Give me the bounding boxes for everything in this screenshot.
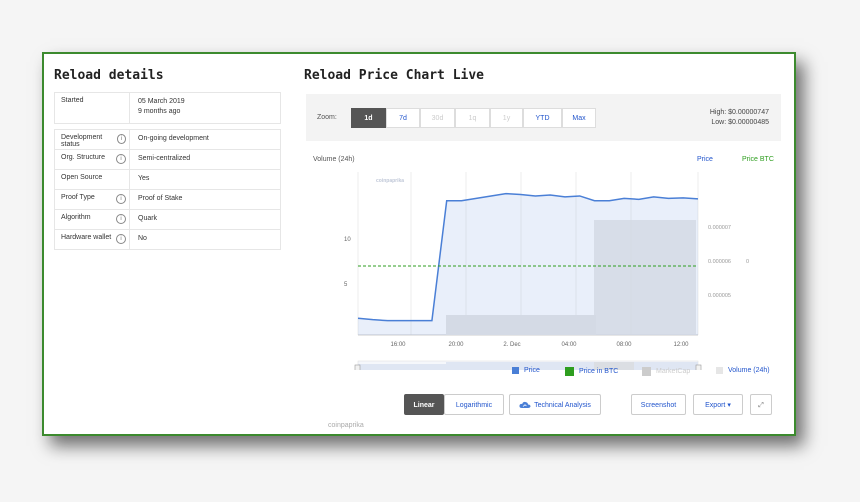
coin-details-card: Reload details Reload Price Chart Live S… [42, 52, 796, 436]
y-right-tick-label: 0.000005 [708, 293, 731, 299]
info-icon[interactable]: i [116, 214, 126, 224]
detail-row: Hardware wallet i No [55, 230, 280, 250]
watermark: coinpaprika [376, 178, 404, 184]
detail-label: Proof Type i [55, 190, 129, 209]
technical-analysis-button[interactable]: Technical Analysis [509, 394, 601, 415]
zoom-30d-button[interactable]: 30d [420, 108, 455, 128]
chart-panel: Zoom: 1d 7d 30d 1q 1y YTD Max High: $0.0000074… [306, 94, 781, 434]
detail-value: No [129, 230, 280, 249]
price-chart[interactable]: coinpaprika 10 5 0.000007 0.000006 0.000005 0 1… [306, 160, 781, 370]
volume-swatch [716, 367, 723, 374]
low-value: Low: $0.00000485 [711, 119, 769, 126]
details-title: Reload details [54, 68, 164, 83]
caret-down-icon: ▾ [727, 402, 731, 409]
x-tick-label: 16:00 [390, 342, 406, 348]
x-tick-label: 2. Dec [503, 342, 520, 348]
legend-price-btc[interactable]: Price in BTC [565, 367, 618, 376]
expand-icon: ⤢ [758, 402, 764, 409]
detail-row: Proof Type i Proof of Stake [55, 190, 280, 210]
detail-label-text: Development status [61, 134, 103, 148]
details-table: Started 05 March 2019 9 months ago Devel… [54, 92, 281, 250]
screenshot-button[interactable]: Screenshot [631, 394, 686, 415]
detail-label: Algorithm i [55, 210, 129, 229]
info-icon[interactable]: i [116, 234, 126, 244]
price-swatch [512, 367, 519, 374]
legend-volume[interactable]: Volume (24h) [716, 367, 770, 374]
zoom-1d-button[interactable]: 1d [351, 108, 386, 128]
detail-row: Open Source Yes [55, 170, 280, 190]
zoom-ytd-button[interactable]: YTD [523, 108, 562, 128]
marketcap-swatch [642, 367, 651, 376]
x-tick-label: 04:00 [561, 342, 577, 348]
chart-title: Reload Price Chart Live [304, 68, 485, 83]
price-btc-swatch [565, 367, 574, 376]
x-tick-label: 12:00 [673, 342, 689, 348]
detail-label-text: Org. Structure [61, 154, 105, 161]
detail-label-text: Proof Type [61, 194, 95, 201]
y-btc-tick-label: 0 [746, 259, 749, 265]
fullscreen-button[interactable]: ⤢ [750, 394, 772, 415]
legend-price[interactable]: Price [512, 367, 540, 374]
detail-label-text: Algorithm [61, 214, 91, 221]
detail-value: Quark [129, 210, 280, 229]
zoom-label: Zoom: [317, 114, 337, 121]
zoom-max-button[interactable]: Max [562, 108, 596, 128]
detail-value: Semi-centralized [129, 150, 280, 169]
y-right-tick-label: 0.000006 [708, 259, 731, 265]
detail-label: Development status i [55, 130, 129, 149]
info-icon[interactable]: i [116, 154, 126, 164]
started-value: 05 March 2019 9 months ago [129, 93, 280, 123]
chart-toolbar: Zoom: 1d 7d 30d 1q 1y YTD Max High: $0.0000074… [306, 94, 781, 141]
legend-price-btc-label: Price in BTC [579, 368, 619, 375]
detail-label: Open Source [55, 170, 129, 189]
export-button[interactable]: Export ▾ [693, 394, 743, 415]
price-area [358, 193, 698, 335]
zoom-1y-button[interactable]: 1y [490, 108, 523, 128]
x-tick-label: 08:00 [616, 342, 632, 348]
footer-brand: coinpaprika [328, 422, 364, 429]
high-value: High: $0.00000747 [709, 109, 769, 116]
legend-marketcap-label: MarketCap [656, 368, 691, 375]
y-right-tick-label: 0.000007 [708, 225, 731, 231]
y-left-tick-label: 10 [344, 237, 351, 243]
legend-marketcap[interactable]: MarketCap [642, 367, 690, 376]
zoom-7d-button[interactable]: 7d [386, 108, 420, 128]
detail-row: Development status i On-going development [55, 130, 280, 150]
info-icon[interactable]: i [116, 134, 126, 144]
y-left-tick-label: 5 [344, 282, 348, 288]
legend-volume-label: Volume (24h) [728, 367, 770, 374]
info-icon[interactable]: i [116, 194, 126, 204]
navigator-area [358, 364, 446, 370]
detail-row: Algorithm i Quark [55, 210, 280, 230]
started-ago: 9 months ago [138, 108, 181, 115]
started-label: Started [61, 97, 84, 104]
detail-label-text: Open Source [61, 174, 103, 181]
cloud-icon [519, 402, 531, 409]
logarithmic-button[interactable]: Logarithmic [444, 394, 504, 415]
navigator-left-handle [354, 364, 361, 370]
detail-value: On-going development [129, 130, 280, 149]
export-label: Export [705, 402, 726, 409]
zoom-1q-button[interactable]: 1q [455, 108, 490, 128]
linear-button[interactable]: Linear [404, 394, 444, 415]
started-date: 05 March 2019 [138, 98, 185, 105]
technical-analysis-label: Technical Analysis [534, 402, 591, 409]
detail-label: Hardware wallet i [55, 230, 129, 249]
started-row: Started 05 March 2019 9 months ago [54, 92, 281, 124]
high-low: High: $0.00000747 Low: $0.00000485 [710, 108, 769, 128]
navigator-right-handle [695, 364, 702, 370]
detail-row: Org. Structure i Semi-centralized [55, 150, 280, 170]
details-group: Development status i On-going development O… [54, 129, 281, 250]
detail-value: Proof of Stake [129, 190, 280, 209]
detail-value: Yes [129, 170, 280, 189]
x-tick-label: 20:00 [448, 342, 464, 348]
detail-label-text: Hardware wallet [61, 234, 112, 241]
detail-label: Org. Structure i [55, 150, 129, 169]
legend-price-label: Price [524, 367, 540, 374]
